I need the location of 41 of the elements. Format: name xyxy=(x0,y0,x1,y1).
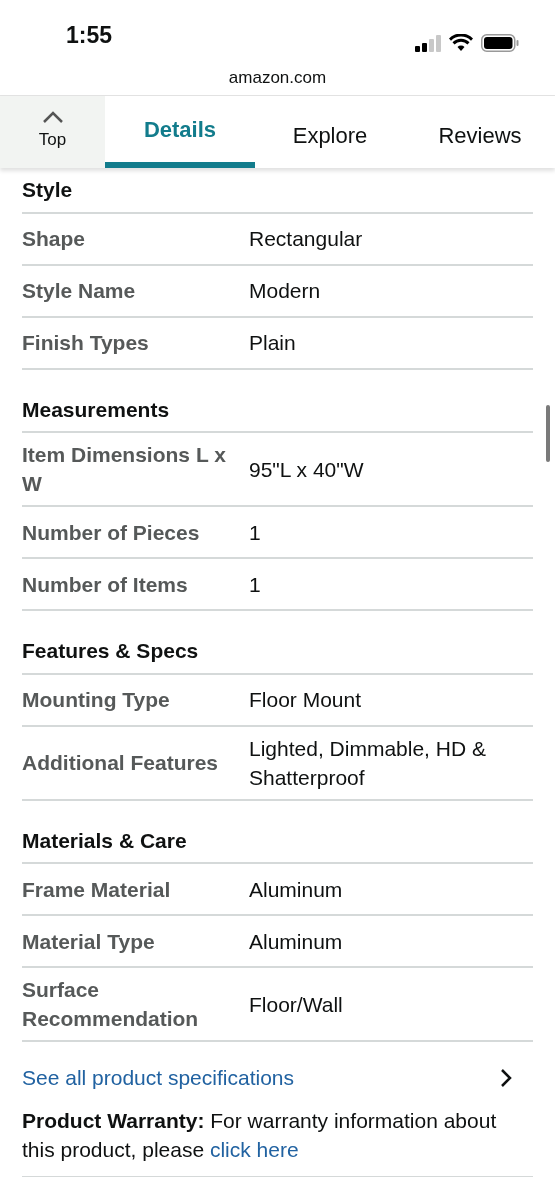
section-heading: Features & Specs xyxy=(22,638,199,664)
click-here-link[interactable]: click here xyxy=(209,1138,299,1161)
spec-value: 1 xyxy=(249,519,262,546)
spec-value: Aluminum xyxy=(249,876,344,903)
spec-value: Lighted, Dimmable, HD & Shatterproof xyxy=(249,735,487,791)
wifi-icon xyxy=(449,34,473,52)
spec-label: Material Type xyxy=(22,928,156,955)
tab[interactable]: Details xyxy=(105,96,255,168)
scrollbar xyxy=(546,405,550,462)
status-time: 1:55 xyxy=(66,20,113,50)
section-heading: Materials & Care xyxy=(22,827,187,854)
spec-value: Aluminum xyxy=(249,928,344,955)
spec-label: Style Name xyxy=(22,278,137,304)
spec-label: Shape xyxy=(22,226,87,252)
battery-icon xyxy=(481,34,519,52)
address-bar-url[interactable]: amazon.com xyxy=(228,64,327,91)
tab[interactable]: Explore xyxy=(255,96,405,168)
spec-label: Frame Material xyxy=(22,876,172,903)
warranty-text: Product Warranty: For warranty information about this product, please click here xyxy=(22,1106,533,1177)
spec-value: Floor/Wall xyxy=(249,991,344,1018)
tab[interactable]: Reviews xyxy=(405,96,555,168)
spec-label: Number of Items xyxy=(22,571,189,598)
spec-value: Plain xyxy=(249,330,297,356)
spec-label: Number of Pieces xyxy=(22,519,201,546)
spec-label: Item Dimensions L x W xyxy=(22,442,227,497)
spec-value: Rectangular xyxy=(249,226,364,252)
see-all-specifications-link[interactable]: See all product specifications xyxy=(22,1056,533,1100)
chevron-up-icon xyxy=(41,111,64,124)
spec-value: 1 xyxy=(249,571,262,598)
spec-label: Additional Features xyxy=(22,750,220,776)
spec-value: Modern xyxy=(249,278,322,304)
spec-value: Floor Mount xyxy=(249,687,363,713)
spec-label: Finish Types xyxy=(22,330,150,356)
spec-label: Mounting Type xyxy=(22,687,171,713)
spec-value: 95"L x 40"W xyxy=(249,456,365,483)
section-heading: Style xyxy=(22,177,73,203)
chevron-right-icon xyxy=(499,1067,513,1089)
back-to-top-button[interactable]: Top xyxy=(0,96,105,168)
section-heading: Measurements xyxy=(22,396,170,423)
spec-label: Surface Recommendation xyxy=(22,977,200,1032)
signal-icon xyxy=(415,34,441,52)
